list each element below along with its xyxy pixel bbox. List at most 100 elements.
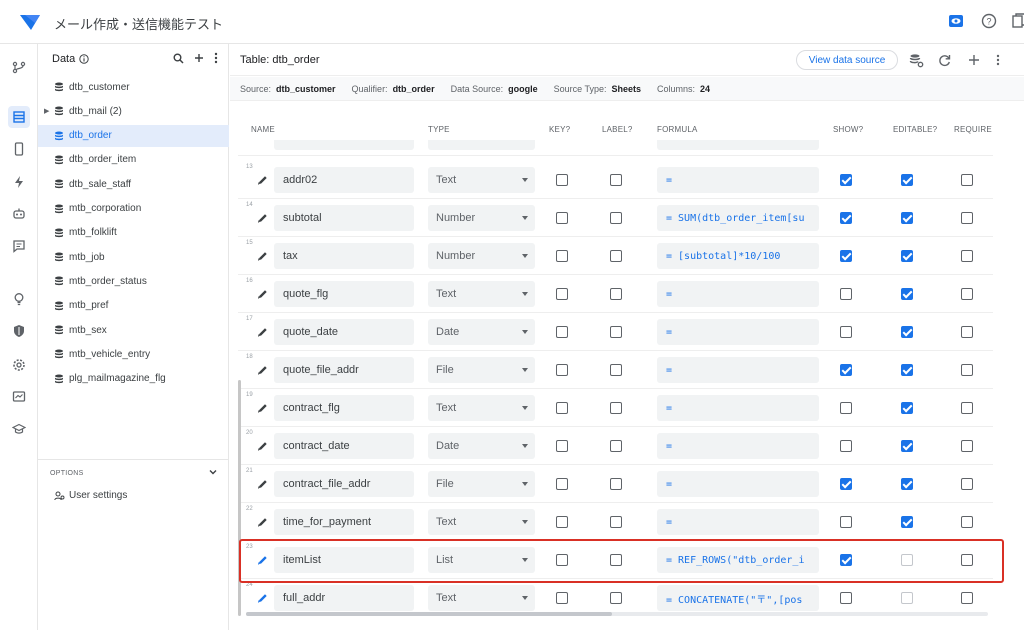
info-icon[interactable] — [79, 54, 89, 64]
column-type-select[interactable]: File — [428, 471, 535, 497]
label-checkbox[interactable] — [610, 440, 622, 452]
column-formula-field[interactable]: = — [657, 281, 819, 307]
column-formula-field[interactable]: = — [657, 433, 819, 459]
learn-icon[interactable] — [8, 418, 30, 440]
show-checkbox[interactable] — [840, 516, 852, 528]
search-icon[interactable] — [173, 53, 184, 64]
label-checkbox[interactable] — [610, 402, 622, 414]
sidebar-item-mtb-order-status[interactable]: mtb_order_status — [38, 270, 229, 292]
editable-checkbox[interactable] — [901, 402, 913, 414]
edit-column-icon[interactable] — [257, 288, 269, 300]
edit-column-icon[interactable] — [257, 326, 269, 338]
show-checkbox[interactable] — [840, 212, 852, 224]
show-checkbox[interactable] — [840, 326, 852, 338]
sidebar-item-dtb-mail-2[interactable]: ▶ dtb_mail (2) — [38, 100, 229, 122]
column-name-field[interactable]: contract_date — [274, 433, 414, 459]
label-checkbox[interactable] — [610, 326, 622, 338]
column-name-field[interactable]: quote_flg — [274, 281, 414, 307]
sidebar-item-mtb-vehicle-entry[interactable]: mtb_vehicle_entry — [38, 343, 229, 365]
column-formula-field[interactable]: = — [657, 319, 819, 345]
column-formula-field[interactable]: = CONCATENATE("〒",[pos — [657, 585, 819, 611]
column-name-field[interactable]: tax — [274, 243, 414, 269]
editable-checkbox[interactable] — [901, 554, 913, 566]
settings-icon[interactable] — [8, 354, 30, 376]
bulb-icon[interactable] — [8, 288, 30, 310]
edit-column-icon[interactable] — [257, 478, 269, 490]
editable-checkbox[interactable] — [901, 478, 913, 490]
column-formula-field[interactable]: = — [657, 509, 819, 535]
require-checkbox[interactable] — [961, 250, 973, 262]
edit-column-icon[interactable] — [257, 516, 269, 528]
security-icon[interactable] — [8, 320, 30, 342]
more-vert-icon[interactable] — [990, 52, 1006, 68]
show-checkbox[interactable] — [840, 288, 852, 300]
column-type-select[interactable]: Text — [428, 281, 535, 307]
column-formula-field[interactable] — [657, 140, 819, 150]
label-checkbox[interactable] — [610, 364, 622, 376]
show-checkbox[interactable] — [840, 478, 852, 490]
automation-icon[interactable] — [8, 171, 30, 193]
column-name-field[interactable] — [274, 140, 414, 150]
column-type-select[interactable]: Date — [428, 433, 535, 459]
editable-checkbox[interactable] — [901, 592, 913, 604]
sidebar-item-dtb-order-item[interactable]: dtb_order_item — [38, 149, 229, 171]
column-name-field[interactable]: time_for_payment — [274, 509, 414, 535]
sidebar-item-mtb-corporation[interactable]: mtb_corporation — [38, 198, 229, 220]
key-checkbox[interactable] — [556, 174, 568, 186]
sidebar-item-mtb-pref[interactable]: mtb_pref — [38, 295, 229, 317]
column-formula-field[interactable]: = — [657, 357, 819, 383]
refresh-icon[interactable] — [936, 52, 952, 68]
key-checkbox[interactable] — [556, 592, 568, 604]
editable-checkbox[interactable] — [901, 326, 913, 338]
show-checkbox[interactable] — [840, 364, 852, 376]
sidebar-item-dtb-customer[interactable]: dtb_customer — [38, 76, 229, 98]
view-data-source-button[interactable]: View data source — [796, 50, 898, 70]
monitor-icon[interactable] — [8, 386, 30, 408]
column-formula-field[interactable]: = REF_ROWS("dtb_order_i — [657, 547, 819, 573]
add-icon[interactable] — [194, 53, 204, 63]
label-checkbox[interactable] — [610, 212, 622, 224]
edit-column-icon[interactable] — [257, 250, 269, 262]
require-checkbox[interactable] — [961, 212, 973, 224]
require-checkbox[interactable] — [961, 174, 973, 186]
mobile-icon[interactable] — [8, 138, 30, 160]
show-checkbox[interactable] — [840, 592, 852, 604]
column-type-select[interactable]: Text — [428, 395, 535, 421]
expand-icon[interactable]: ▶ — [44, 107, 49, 115]
documents-icon[interactable] — [1010, 12, 1024, 30]
column-name-field[interactable]: full_addr — [274, 585, 414, 611]
key-checkbox[interactable] — [556, 326, 568, 338]
edit-column-icon[interactable] — [257, 364, 269, 376]
column-type-select[interactable]: Text — [428, 585, 535, 611]
horizontal-scrollbar-thumb[interactable] — [246, 612, 612, 616]
sidebar-item-mtb-job[interactable]: mtb_job — [38, 246, 229, 268]
column-name-field[interactable]: contract_flg — [274, 395, 414, 421]
horizontal-scrollbar[interactable] — [246, 612, 988, 616]
edit-column-icon[interactable] — [257, 592, 269, 604]
column-name-field[interactable]: subtotal — [274, 205, 414, 231]
bot-icon[interactable] — [8, 203, 30, 225]
require-checkbox[interactable] — [961, 440, 973, 452]
require-checkbox[interactable] — [961, 554, 973, 566]
key-checkbox[interactable] — [556, 364, 568, 376]
sidebar-item-plg-mailmagazine-flg[interactable]: plg_mailmagazine_flg — [38, 368, 229, 390]
label-checkbox[interactable] — [610, 250, 622, 262]
column-name-field[interactable]: itemList — [274, 547, 414, 573]
show-checkbox[interactable] — [840, 174, 852, 186]
require-checkbox[interactable] — [961, 592, 973, 604]
require-checkbox[interactable] — [961, 364, 973, 376]
column-formula-field[interactable]: = SUM(dtb_order_item[su — [657, 205, 819, 231]
column-type-select[interactable]: Text — [428, 167, 535, 193]
label-checkbox[interactable] — [610, 516, 622, 528]
editable-checkbox[interactable] — [901, 212, 913, 224]
edit-column-icon[interactable] — [257, 212, 269, 224]
column-type-select[interactable] — [428, 140, 535, 150]
label-checkbox[interactable] — [610, 554, 622, 566]
column-formula-field[interactable]: = — [657, 167, 819, 193]
sidebar-item-dtb-order[interactable]: dtb_order — [38, 124, 229, 147]
label-checkbox[interactable] — [610, 288, 622, 300]
key-checkbox[interactable] — [556, 250, 568, 262]
column-name-field[interactable]: contract_file_addr — [274, 471, 414, 497]
editable-checkbox[interactable] — [901, 250, 913, 262]
show-checkbox[interactable] — [840, 554, 852, 566]
